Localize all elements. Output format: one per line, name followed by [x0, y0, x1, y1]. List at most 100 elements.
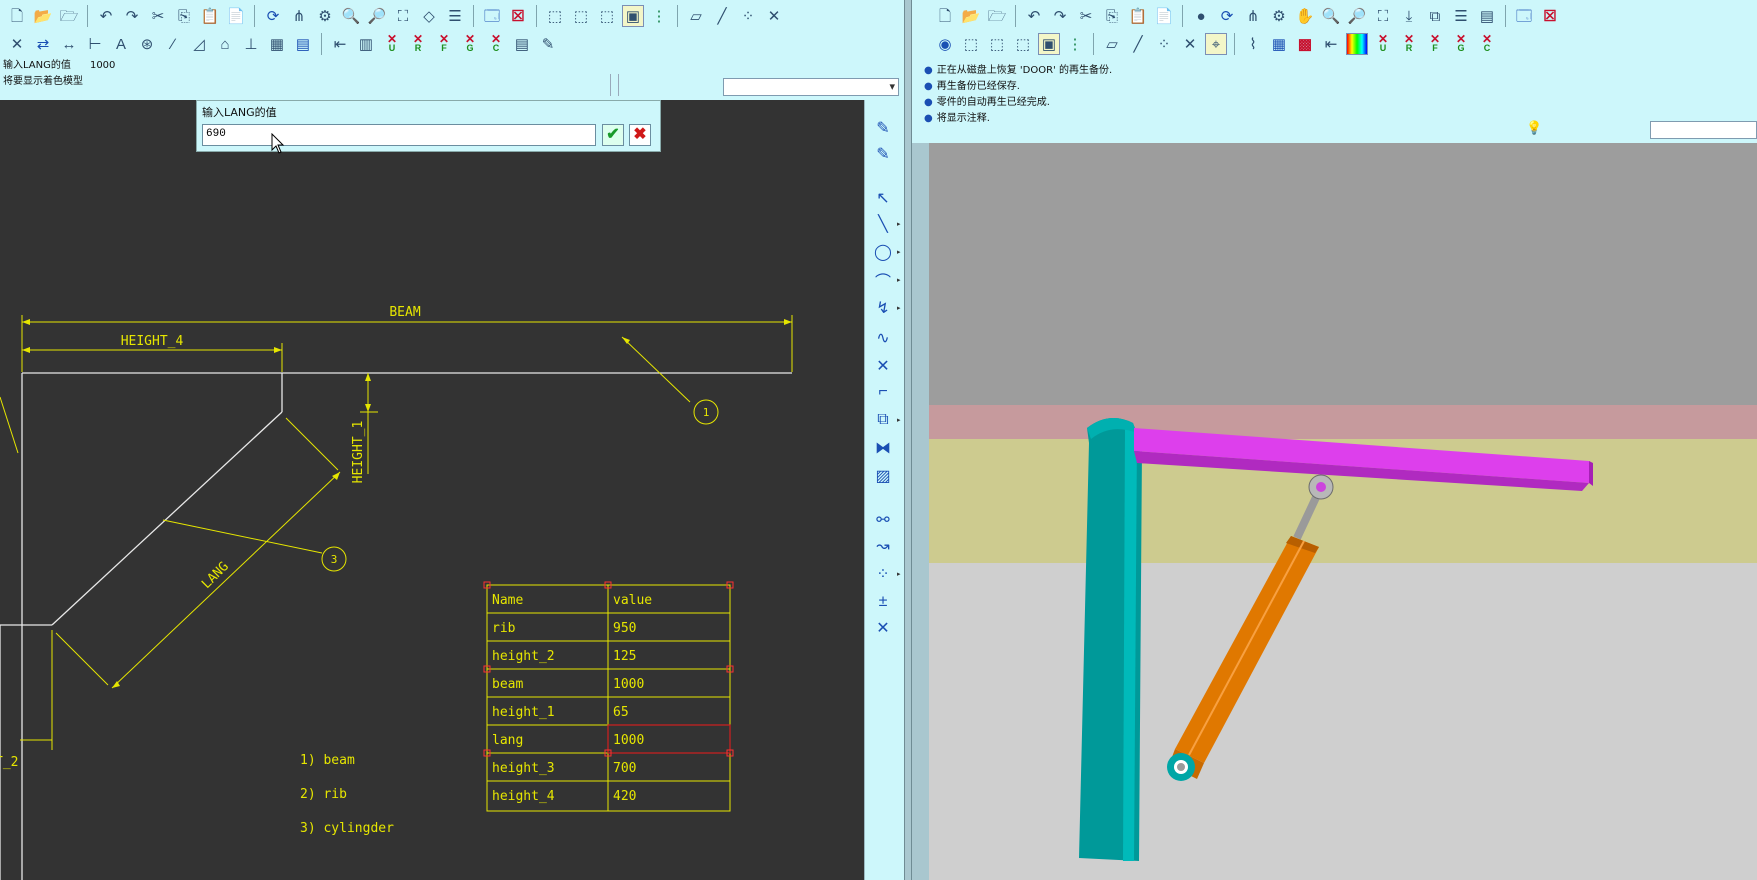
dimension-icon[interactable]: ↔	[58, 33, 80, 55]
hidden-line-icon[interactable]: ⬚	[570, 5, 592, 27]
cancel-button[interactable]: ✖	[629, 124, 651, 146]
save-icon[interactable]: 🗁	[58, 5, 80, 27]
saved-views-icon[interactable]: ⧉	[1424, 5, 1446, 27]
filter-dropdown[interactable]	[723, 78, 899, 96]
redo-icon[interactable]: ↷	[121, 5, 143, 27]
csys-icon[interactable]: ✕	[763, 5, 785, 27]
csys-icon[interactable]: ✕	[1179, 33, 1201, 55]
no-hidden-icon[interactable]: ⬚	[960, 33, 982, 55]
datum-axis-icon[interactable]: ╱	[711, 5, 733, 27]
datum-c-icon[interactable]: ✕ C	[1476, 33, 1498, 55]
hidden-line-icon[interactable]: ⬚	[986, 33, 1008, 55]
zoom-out-icon[interactable]: 🔎	[366, 5, 388, 27]
window-close-icon[interactable]: ☒	[507, 5, 529, 27]
table-cell[interactable]: 1000	[613, 677, 644, 692]
sketch-icon[interactable]: ✎	[537, 33, 559, 55]
zoom-in-icon[interactable]: 🔍	[1320, 5, 1342, 27]
datum-f-icon[interactable]: ✕ F	[1424, 33, 1446, 55]
table-cell[interactable]: height_1	[492, 705, 555, 720]
dim-height1-label[interactable]: HEIGHT_1	[351, 421, 366, 484]
fillet-icon[interactable]: ↯	[871, 296, 895, 320]
chamfer-icon[interactable]: ⌐	[871, 380, 895, 404]
select-arrow-icon[interactable]: ↖	[871, 186, 895, 210]
table-cell[interactable]: 65	[613, 705, 629, 720]
line-icon[interactable]: ╲	[871, 212, 895, 236]
draft-entities-icon[interactable]: ✎	[871, 142, 895, 166]
datum-c-icon[interactable]: ✕ C	[485, 33, 507, 55]
regenerate-icon[interactable]: ⟳	[1216, 5, 1238, 27]
paste-special-icon[interactable]: 📄	[225, 5, 247, 27]
table-cell[interactable]: height_2	[492, 649, 555, 664]
intersect-icon[interactable]: ⁘	[871, 562, 895, 586]
parts-list-item-2[interactable]: 2) rib	[300, 787, 347, 802]
table-cell[interactable]: 125	[613, 649, 636, 664]
open-icon[interactable]: 📂	[960, 5, 982, 27]
window-activate-icon[interactable]: 🗔	[481, 5, 503, 27]
shaded-icon[interactable]: ▣	[1038, 33, 1060, 55]
lang-value-input[interactable]: 690	[202, 124, 596, 146]
circle-icon[interactable]: ◯	[871, 240, 895, 264]
paste-special-icon[interactable]: 📄	[1153, 5, 1175, 27]
mirror-icon[interactable]: ⧓	[871, 436, 895, 460]
window-splitter[interactable]	[904, 0, 912, 880]
hatch-icon[interactable]: ▥	[355, 33, 377, 55]
param-table[interactable]: Name value rib 950 height_2 125 beam 100…	[483, 581, 734, 812]
model-tree-icon[interactable]: ⋮	[648, 5, 670, 27]
delete-icon[interactable]: ✕	[6, 33, 28, 55]
datum-plane-icon[interactable]: ▱	[685, 5, 707, 27]
surface-finish-icon[interactable]: ⊛	[136, 33, 158, 55]
snap-icon[interactable]: ⇤	[1320, 33, 1342, 55]
ordinate-icon[interactable]: ⊢	[84, 33, 106, 55]
balloon-1-label[interactable]: 1	[703, 406, 710, 419]
spin-icon[interactable]: ◇	[418, 5, 440, 27]
open-icon[interactable]: 📂	[32, 5, 54, 27]
datum-u-icon[interactable]: ✕ U	[381, 33, 403, 55]
layers-icon[interactable]: ☰	[1450, 5, 1472, 27]
cut-icon[interactable]: ✂	[1075, 5, 1097, 27]
undo-icon[interactable]: ↶	[1023, 5, 1045, 27]
spin-center-icon[interactable]: ◉	[934, 33, 956, 55]
view-manager-icon[interactable]: ▤	[1476, 5, 1498, 27]
pan-icon[interactable]: ✋	[1294, 5, 1316, 27]
datum-point-icon[interactable]: ⁘	[1153, 33, 1175, 55]
new-icon[interactable]: 🗋	[6, 5, 28, 27]
paste-icon[interactable]: 📋	[199, 5, 221, 27]
datum-icon[interactable]: ⋔	[1242, 5, 1264, 27]
table-cell[interactable]: 420	[613, 789, 636, 804]
symbol-icon[interactable]: ⌂	[214, 33, 236, 55]
select-icon[interactable]: ⚙	[314, 5, 336, 27]
tolerance-icon[interactable]: ±	[871, 590, 895, 614]
table-cell[interactable]: 1000	[613, 733, 644, 748]
sketch-tools-icon[interactable]: ✎	[871, 116, 895, 140]
drawing-canvas[interactable]: BEAM HEIGHT_4 HEIGHT_1 LANG T_2 1 3 1) b…	[0, 100, 864, 880]
datum-g-icon[interactable]: ✕ G	[1450, 33, 1472, 55]
parts-list-item-1[interactable]: 1) beam	[300, 753, 355, 768]
measure-icon[interactable]: ▦	[1268, 33, 1290, 55]
hatch-icon[interactable]: ▨	[871, 464, 895, 488]
datum-r-icon[interactable]: ✕ R	[1398, 33, 1420, 55]
datum-plane-icon[interactable]: ▱	[1101, 33, 1123, 55]
filter-dropdown[interactable]	[1650, 121, 1757, 139]
new-icon[interactable]: 🗋	[934, 5, 956, 27]
save-icon[interactable]: 🗁	[986, 5, 1008, 27]
table-icon[interactable]: ▦	[266, 33, 288, 55]
move-icon[interactable]: ⊥	[240, 33, 262, 55]
trim-icon[interactable]: ↝	[871, 534, 895, 558]
offset-icon[interactable]: ⧉	[871, 408, 895, 432]
spline-icon[interactable]: ∿	[871, 326, 895, 350]
datum-f-icon[interactable]: ✕ F	[433, 33, 455, 55]
paste-icon[interactable]: 📋	[1127, 5, 1149, 27]
table-cell[interactable]: rib	[492, 621, 516, 636]
repaint-icon[interactable]: ⇄	[32, 33, 54, 55]
datum-note-icon[interactable]: ◿	[188, 33, 210, 55]
model-tree-icon[interactable]: ⋮	[1064, 33, 1086, 55]
graphics-window[interactable]	[929, 143, 1757, 880]
arc-icon[interactable]: ⌒	[871, 268, 895, 292]
table-cell[interactable]: 700	[613, 761, 636, 776]
window-splitter[interactable]	[912, 143, 929, 880]
datum-icon[interactable]: ⋔	[288, 5, 310, 27]
balloon-3-label[interactable]: 3	[331, 553, 338, 566]
no-hidden-icon[interactable]: ⬚	[544, 5, 566, 27]
accept-button[interactable]: ✔	[602, 124, 624, 146]
color-icon[interactable]	[1346, 33, 1368, 55]
